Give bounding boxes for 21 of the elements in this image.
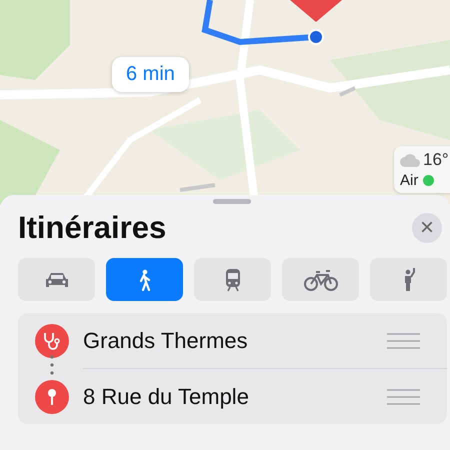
transport-mode-tab[interactable]: [194, 258, 271, 301]
waypoint-name[interactable]: 8 Rue du Temple: [83, 384, 387, 410]
eta-bubble: 6 min: [112, 57, 189, 92]
connector-dots-icon: [50, 353, 54, 377]
transport-mode-tab[interactable]: [370, 258, 447, 301]
pin-icon: [35, 380, 69, 414]
air-quality-label: Air: [400, 172, 418, 189]
car-icon: [44, 270, 70, 288]
transport-mode-tab[interactable]: [282, 258, 359, 301]
drag-handle-icon[interactable]: [387, 388, 420, 404]
stethoscope-icon: [35, 324, 69, 358]
drag-handle-icon[interactable]: [387, 332, 420, 348]
sheet-title: Itinéraires: [18, 210, 166, 246]
temperature: 16°: [423, 150, 449, 170]
train-icon: [224, 268, 242, 292]
bicycle-icon: [304, 268, 338, 290]
cloud-icon: [400, 154, 420, 166]
transport-mode-tab[interactable]: [106, 258, 183, 301]
transport-mode-tab[interactable]: [18, 258, 95, 301]
close-button[interactable]: ×: [412, 213, 442, 243]
waypoint-name[interactable]: Grands Thermes: [83, 328, 387, 354]
